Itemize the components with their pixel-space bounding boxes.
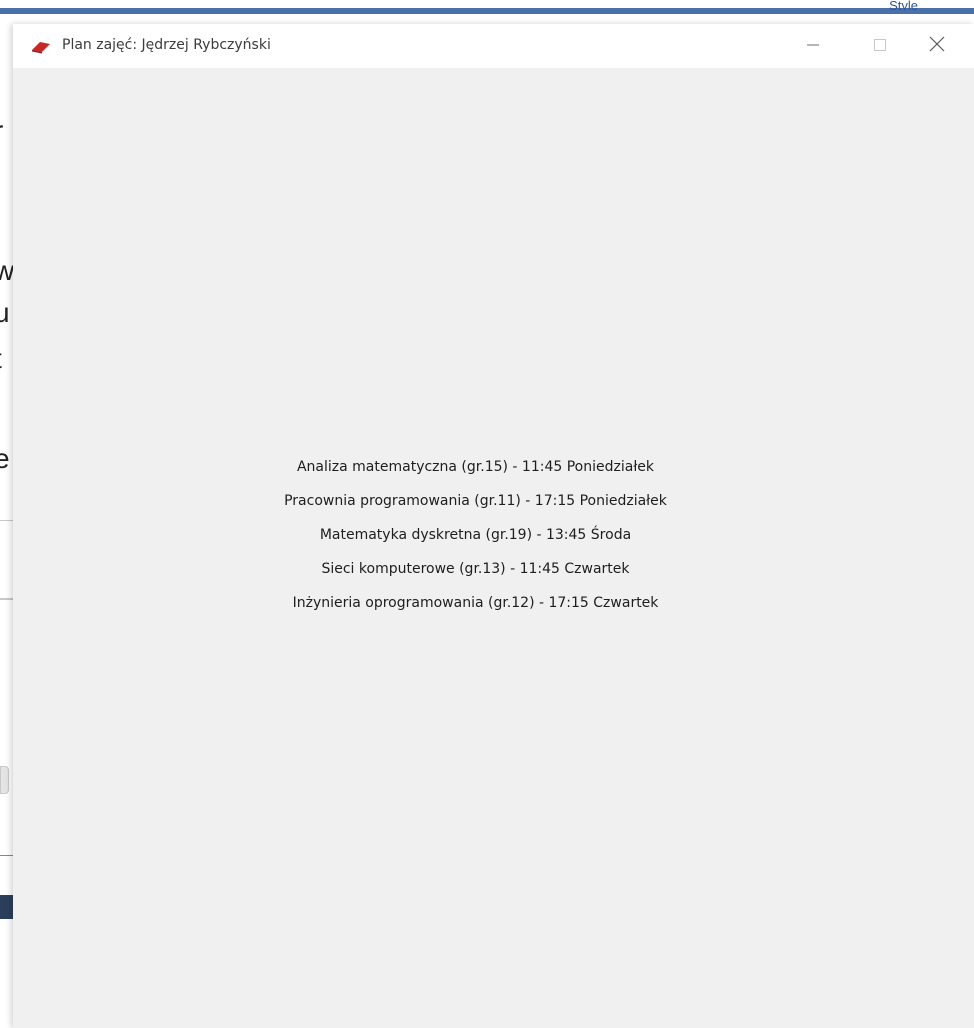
schedule-item: Analiza matematyczna (gr.15) - 11:45 Pon… bbox=[296, 459, 655, 475]
background-input-edge bbox=[0, 766, 9, 794]
window-content: Analiza matematyczna (gr.15) - 11:45 Pon… bbox=[13, 68, 974, 1028]
minimize-button[interactable] bbox=[790, 24, 836, 68]
background-style-label[interactable]: Style bbox=[889, 0, 918, 10]
schedule-item: Pracownia programowania (gr.11) - 17:15 … bbox=[284, 493, 667, 509]
schedule-list: Analiza matematyczna (gr.15) - 11:45 Pon… bbox=[13, 450, 974, 620]
close-button[interactable] bbox=[914, 24, 960, 68]
background-divider bbox=[0, 855, 13, 856]
background-button-edge bbox=[0, 895, 13, 919]
title-bar[interactable]: Plan zajęć: Jędrzej Rybczyński bbox=[13, 24, 974, 68]
red-book-icon bbox=[31, 39, 51, 54]
schedule-item: Inżynieria oprogramowania (gr.12) - 17:1… bbox=[292, 595, 659, 611]
maximize-icon bbox=[873, 37, 887, 56]
background-text-fragment: r bbox=[0, 116, 13, 146]
screen: Style r w u t i e Plan zajęć: Jędrzej Ry… bbox=[0, 0, 974, 1028]
background-text-fragment: u bbox=[0, 298, 10, 328]
schedule-window: Plan zajęć: Jędrzej Rybczyński Analiza m… bbox=[13, 24, 974, 1028]
close-icon bbox=[929, 36, 945, 56]
minimize-icon bbox=[806, 37, 820, 56]
background-text-fragment: w bbox=[0, 256, 13, 286]
background-text-fragment: t bbox=[0, 344, 13, 374]
maximize-button[interactable] bbox=[857, 24, 903, 68]
window-title: Plan zajęć: Jędrzej Rybczyński bbox=[62, 37, 271, 53]
background-ribbon-strip bbox=[0, 8, 974, 14]
schedule-item: Sieci komputerowe (gr.13) - 11:45 Czwart… bbox=[321, 561, 630, 577]
background-text-fragment: i bbox=[0, 394, 13, 424]
schedule-item: Matematyka dyskretna (gr.19) - 13:45 Śro… bbox=[319, 527, 632, 543]
